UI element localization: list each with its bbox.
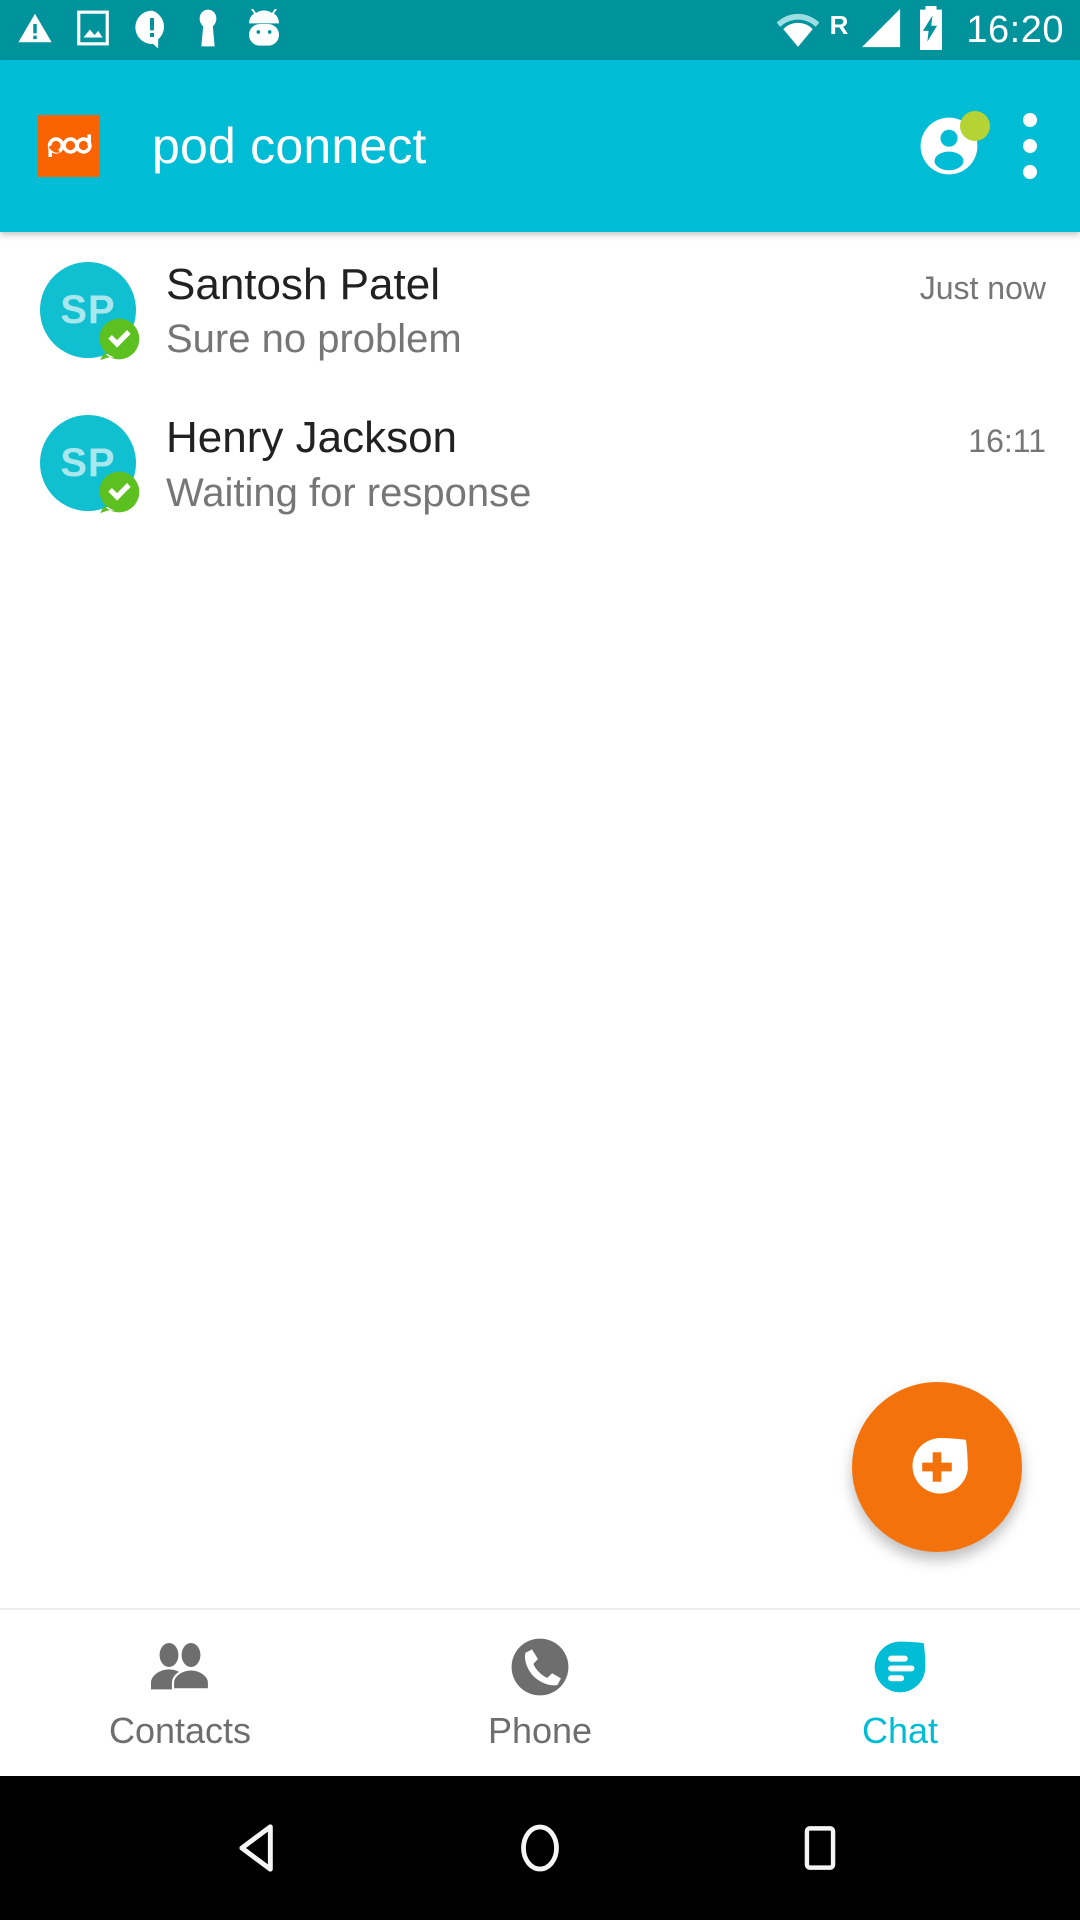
tab-contacts-label: Contacts <box>108 1710 252 1751</box>
warning-triangle-icon <box>16 9 54 52</box>
chat-list[interactable]: SP Santosh Patel Sure no problem Just no… <box>0 232 1080 1608</box>
tab-contacts[interactable]: Contacts <box>0 1610 360 1776</box>
contact-name: Henry Jackson <box>166 413 458 463</box>
presence-status-dot <box>960 111 990 141</box>
account-button[interactable] <box>918 111 990 177</box>
phone-screen: R 16:20 pod connect SP Santosh Patel Sur… <box>0 0 1080 1920</box>
recents-square-icon[interactable] <box>775 1803 865 1893</box>
chat-bubble-icon <box>865 1637 935 1697</box>
contacts-people-icon <box>145 1637 215 1697</box>
phone-handset-icon <box>505 1637 575 1697</box>
row-text-block: Henry Jackson Waiting for response <box>166 413 950 516</box>
status-bar-notification-icons <box>16 8 284 53</box>
status-bar-clock: 16:20 <box>966 9 1064 51</box>
bottom-navigation: Contacts Phone Chat <box>0 1608 1080 1776</box>
tab-phone[interactable]: Phone <box>360 1610 720 1776</box>
new-chat-fab[interactable] <box>852 1382 1022 1552</box>
message-timestamp: 16:11 <box>968 423 1046 460</box>
android-navigation-bar <box>0 1776 1080 1920</box>
overflow-menu-button[interactable] <box>1016 107 1044 185</box>
page-title: pod connect <box>152 118 427 174</box>
battery-charging-icon <box>914 5 948 55</box>
avatar: SP <box>40 262 140 361</box>
home-circle-icon[interactable] <box>495 1803 585 1893</box>
avatar: SP <box>40 415 140 514</box>
keyhole-person-icon <box>194 8 222 53</box>
app-bar-actions <box>918 107 1044 185</box>
table-row[interactable]: SP Henry Jackson Waiting for response 16… <box>0 385 1080 539</box>
new-chat-plus-icon <box>912 1438 968 1494</box>
status-bar-system-icons: R 16:20 <box>774 5 1064 55</box>
android-head-icon <box>244 8 284 52</box>
table-row[interactable]: SP Santosh Patel Sure no problem Just no… <box>0 232 1080 386</box>
back-triangle-icon[interactable] <box>215 1803 305 1893</box>
alert-bubble-icon <box>132 8 172 53</box>
message-timestamp: Just now <box>919 270 1046 306</box>
tab-chat[interactable]: Chat <box>720 1610 1080 1776</box>
cellular-signal-icon <box>858 7 904 54</box>
contact-name: Santosh Patel <box>166 260 440 309</box>
overflow-dot-1 <box>1023 113 1037 127</box>
tab-chat-label: Chat <box>861 1710 939 1751</box>
message-preview: Waiting for response <box>166 470 532 515</box>
screenshot-image-icon <box>76 9 110 52</box>
status-bar: R 16:20 <box>0 0 1080 60</box>
app-bar: pod connect <box>0 60 1080 232</box>
verified-check-icon <box>99 318 140 361</box>
overflow-dot-3 <box>1023 165 1037 179</box>
overflow-dot-2 <box>1023 139 1037 153</box>
row-text-block: Santosh Patel Sure no problem <box>166 260 902 363</box>
tab-phone-label: Phone <box>487 1710 593 1751</box>
wifi-icon <box>774 8 822 53</box>
verified-check-icon <box>99 471 140 514</box>
message-preview: Sure no problem <box>166 317 462 362</box>
pod-logo <box>38 115 100 177</box>
roaming-indicator: R <box>829 9 849 40</box>
